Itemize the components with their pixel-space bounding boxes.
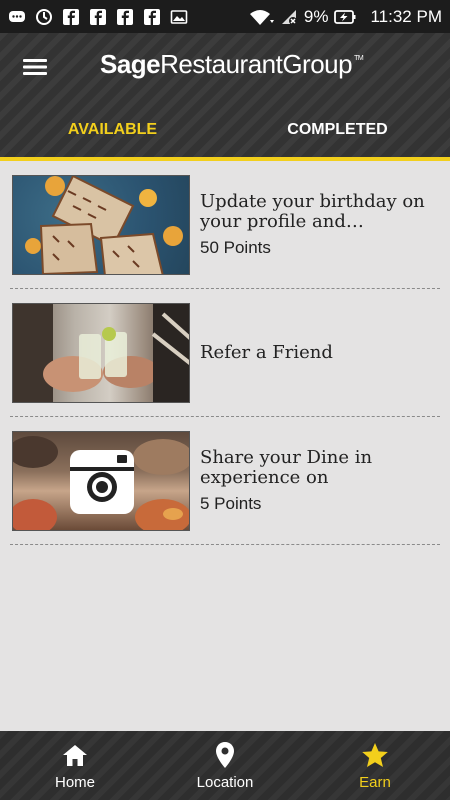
star-icon	[361, 740, 389, 770]
tab-bar: AVAILABLE COMPLETED	[0, 99, 450, 161]
rewards-list: Update your birthday on your profile and…	[0, 161, 450, 545]
reward-text: Refer a Friend	[200, 289, 440, 416]
image-icon	[170, 8, 188, 26]
tab-completed[interactable]: COMPLETED	[225, 99, 450, 161]
nav-location-label: Location	[196, 774, 254, 791]
reward-points: 50 Points	[200, 237, 271, 257]
list-item[interactable]: Share your Dine in experience on 5 Point…	[10, 417, 440, 545]
nav-earn-label: Earn	[359, 774, 391, 791]
signal-icon	[280, 8, 298, 26]
reward-title: Refer a Friend	[200, 341, 333, 363]
status-bar: 9% 11:32 PM	[0, 0, 450, 33]
battery-charging-icon	[334, 8, 356, 26]
location-pin-icon	[215, 740, 235, 770]
list-item[interactable]: Update your birthday on your profile and…	[10, 161, 440, 289]
list-item[interactable]: Refer a Friend	[10, 289, 440, 417]
reward-title: Share your Dine in experience on	[200, 446, 373, 488]
dessert-photo	[12, 175, 190, 275]
facebook-icon	[89, 8, 107, 26]
facebook-icon	[62, 8, 80, 26]
home-icon	[62, 740, 88, 770]
battery-percent: 9%	[303, 6, 329, 26]
app-header: SageRestaurantGroup TM AVAILABLE COMPLETE…	[0, 33, 450, 161]
nav-home[interactable]: Home	[0, 731, 150, 800]
wifi-icon	[248, 8, 274, 26]
nav-home-label: Home	[54, 774, 95, 791]
notification-icons	[8, 8, 188, 26]
messenger-icon	[8, 8, 26, 26]
instagram-icon	[70, 450, 134, 514]
logo-trademark: TM	[354, 55, 364, 62]
system-icons: 9% 11:32 PM	[248, 7, 442, 27]
reward-text: Update your birthday on your profile and…	[200, 161, 440, 288]
reward-text: Share your Dine in experience on 5 Point…	[200, 417, 440, 544]
logo-bold-text: Sage	[100, 49, 161, 79]
sync-icon	[35, 8, 53, 26]
nav-earn[interactable]: Earn	[300, 731, 450, 800]
bottom-navigation: Home Location Earn	[0, 731, 450, 800]
brand-logo: SageRestaurantGroup TM	[100, 49, 364, 80]
facebook-icon	[143, 8, 161, 26]
clock: 11:32 PM	[370, 6, 442, 26]
friends-toast-photo	[12, 303, 190, 403]
logo-light-text: RestaurantGroup	[160, 49, 353, 79]
hamburger-menu-icon[interactable]	[18, 53, 52, 81]
instagram-photo	[12, 431, 190, 531]
tab-available[interactable]: AVAILABLE	[0, 99, 225, 161]
reward-title: Update your birthday on your profile and…	[200, 190, 425, 232]
nav-location[interactable]: Location	[150, 731, 300, 800]
reward-points: 5 Points	[200, 493, 262, 513]
facebook-icon	[116, 8, 134, 26]
